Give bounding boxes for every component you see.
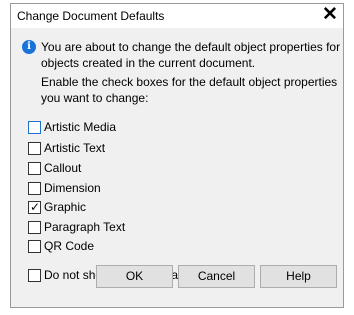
checkbox[interactable] — [28, 221, 41, 234]
option-label[interactable]: Paragraph Text — [44, 220, 125, 235]
help-button[interactable]: Help — [260, 265, 337, 288]
checkbox[interactable] — [28, 142, 41, 155]
ok-button[interactable]: OK — [96, 265, 173, 288]
checkbox-checked[interactable]: ✓ — [28, 200, 41, 214]
instruction-text: Enable the check boxes for the default o… — [41, 75, 338, 105]
title-bar: Change Document Defaults ✕ — [11, 4, 343, 28]
checkbox[interactable] — [28, 162, 41, 175]
option-label[interactable]: Graphic — [44, 200, 86, 215]
option-label[interactable]: QR Code — [44, 239, 94, 254]
check-icon: ✓ — [30, 200, 41, 214]
close-button[interactable]: ✕ — [319, 4, 341, 26]
change-document-defaults-dialog: Change Document Defaults ✕ i You are abo… — [10, 3, 344, 308]
checkbox[interactable] — [28, 121, 41, 134]
checkbox[interactable] — [28, 240, 41, 253]
checkbox[interactable] — [28, 269, 41, 282]
info-text: You are about to change the default obje… — [41, 40, 341, 70]
checkbox[interactable] — [28, 182, 41, 195]
close-icon[interactable]: ✕ — [322, 4, 338, 25]
option-label[interactable]: Artistic Media — [44, 120, 116, 135]
option-label[interactable]: Callout — [44, 161, 81, 176]
option-label[interactable]: Artistic Text — [44, 141, 105, 156]
cancel-button[interactable]: Cancel — [178, 265, 255, 288]
dialog-title: Change Document Defaults — [17, 9, 165, 23]
info-icon: i — [22, 40, 36, 54]
option-label[interactable]: Dimension — [44, 181, 101, 196]
